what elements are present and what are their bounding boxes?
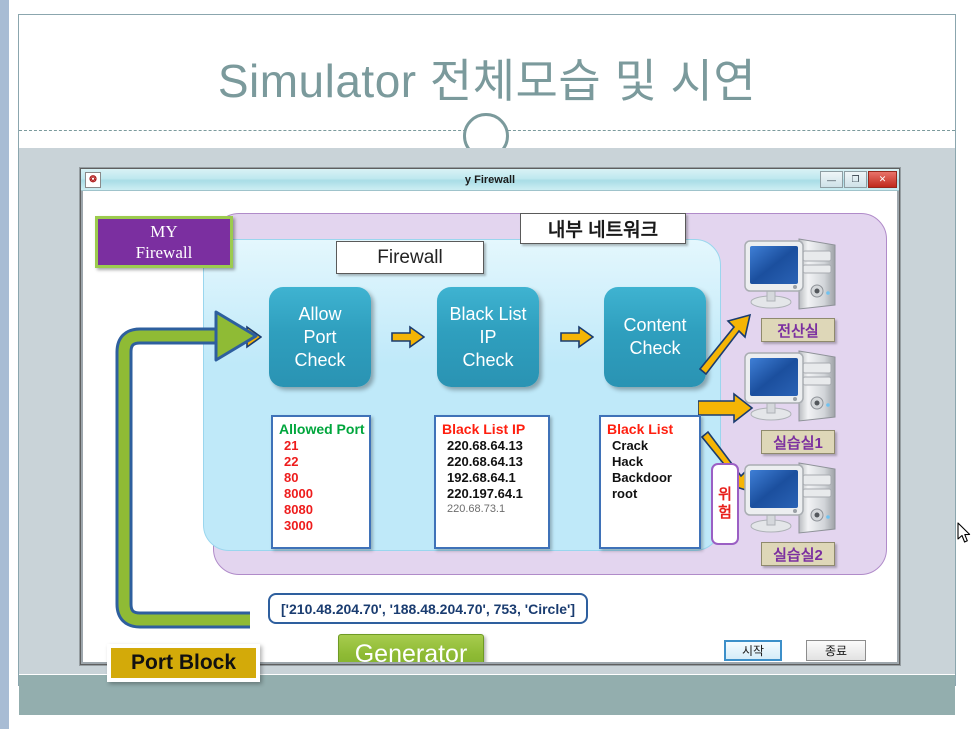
black-list-panel: Black List Crack Hack Backdoor root [599,415,701,549]
flow-arrow-icon [560,325,594,349]
content-check-label: Content Check [623,315,687,358]
panel-row: Hack [612,454,644,469]
danger-badge: 위 험 [711,463,739,545]
window-title: y Firewall [464,173,516,186]
computer-label-silseupsil2: 실습실2 [761,542,835,566]
panel-row: Backdoor [612,470,672,485]
panel-header: Black List [607,421,674,437]
exit-button[interactable]: 종료 [806,640,866,661]
danger-line2: 험 [718,504,732,521]
my-firewall-badge: MY Firewall [95,216,233,268]
computer-icon [744,462,836,534]
danger-line1: 위 [718,486,732,503]
firewall-label: Firewall [336,241,484,274]
page-title: Simulator 전체모습 및 시연 [217,55,757,107]
packet-loop-arrow-icon [115,310,258,629]
internal-network-label: 내부 네트워크 [520,213,686,244]
slide-left-edge [0,0,9,729]
mouse-cursor-icon [957,522,971,543]
start-button[interactable]: 시작 [724,640,782,661]
panel-rows: Crack Hack Backdoor root [607,438,693,502]
black-list-ip-check-label: Black List IP Check [449,303,527,370]
computer-icon [744,350,836,422]
panel-row: Crack [612,438,649,453]
slide-left-inner-edge [9,0,14,729]
content-check-box: Content Check [604,287,706,387]
panel-row: root [612,486,638,501]
window-titlebar[interactable]: ❂ y Firewall — ❐ ✕ [81,169,899,191]
port-block-badge: Port Block [107,644,260,682]
computer-icon [744,238,836,310]
my-firewall-line2: Firewall [135,243,193,262]
minimize-button[interactable]: — [820,171,843,188]
computer-label-jeonsansil: 전산실 [761,318,835,342]
presentation-slide: Simulator 전체모습 및 시연 ❂ y Firewall — ❐ ✕ M… [0,0,972,729]
slide-bottom-margin [19,715,955,729]
computer-label-silseupsil1: 실습실1 [761,430,835,454]
window-controls[interactable]: — ❐ ✕ [820,171,897,188]
maximize-button[interactable]: ❐ [844,171,867,188]
my-firewall-line1: MY [150,222,178,241]
close-button[interactable]: ✕ [868,171,897,188]
